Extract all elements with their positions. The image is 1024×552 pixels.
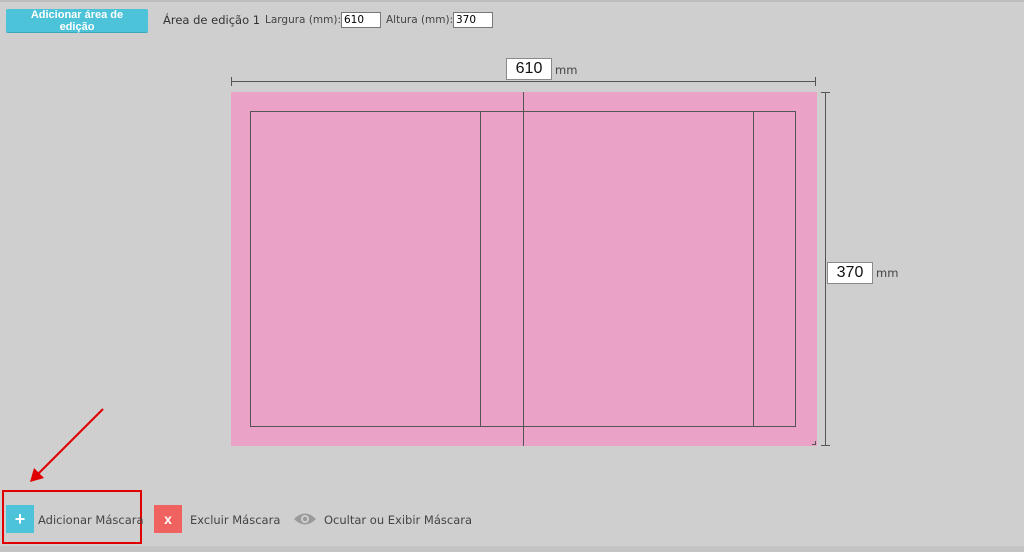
toggle-mask-button[interactable]: Ocultar ou Exibir Máscara <box>324 513 472 527</box>
bottom-border <box>0 546 1024 552</box>
plus-icon[interactable]: + <box>6 505 34 533</box>
add-mask-button[interactable]: Adicionar Máscara <box>38 513 144 527</box>
annotation-arrow <box>30 408 104 482</box>
close-icon[interactable]: x <box>154 505 182 533</box>
delete-mask-button[interactable]: Excluir Máscara <box>190 513 280 527</box>
eye-icon[interactable] <box>293 511 317 527</box>
